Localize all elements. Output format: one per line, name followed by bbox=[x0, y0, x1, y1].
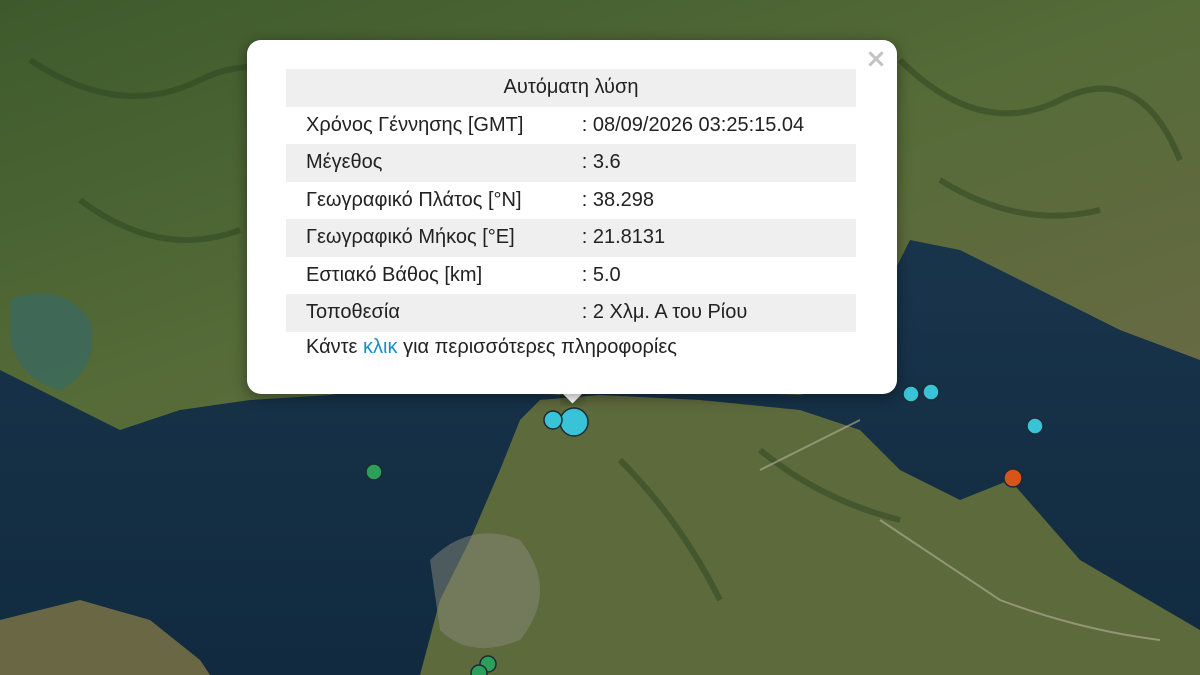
table-row: Χρόνος Γέννησης [GMT] : 08/09/2026 03:25… bbox=[286, 107, 856, 145]
more-info-line: Κάντε κλικ για περισσότερες πληροφορίες bbox=[306, 336, 677, 359]
more-info-prefix: Κάντε bbox=[306, 336, 358, 358]
earthquake-marker-cyan[interactable] bbox=[543, 410, 563, 430]
table-row: Τοποθεσία : 2 Χλμ. Α του Ρίου bbox=[286, 294, 856, 332]
table-row: Γεωγραφικό Μήκος [°E] : 21.8131 bbox=[286, 219, 856, 257]
row-value: : 38.298 bbox=[581, 188, 655, 211]
earthquake-marker-cyan[interactable] bbox=[902, 385, 920, 403]
earthquake-marker-green[interactable] bbox=[470, 664, 488, 675]
row-label: Γεωγραφικό Πλάτος [°N] bbox=[306, 188, 522, 211]
row-label: Μέγεθος bbox=[286, 144, 578, 182]
more-info-suffix: για περισσότερες πληροφορίες bbox=[403, 336, 677, 358]
row-value: : 2 Χλμ. Α του Ρίου bbox=[577, 294, 856, 332]
row-value: : 3.6 bbox=[577, 144, 856, 182]
earthquake-marker-cyan[interactable] bbox=[1026, 417, 1044, 435]
row-label: Χρόνος Γέννησης [GMT] bbox=[306, 113, 524, 136]
event-info-table: Αυτόματη λύση Χρόνος Γέννησης [GMT] : 08… bbox=[286, 69, 856, 332]
earthquake-marker-cyan[interactable] bbox=[922, 383, 940, 401]
popup-title: Αυτόματη λύση bbox=[286, 69, 856, 107]
row-label: Τοποθεσία bbox=[286, 294, 578, 332]
row-label: Γεωγραφικό Μήκος [°E] bbox=[286, 219, 578, 257]
table-row: Γεωγραφικό Πλάτος [°N] : 38.298 bbox=[286, 182, 856, 220]
earthquake-marker-selected[interactable] bbox=[559, 407, 589, 437]
row-value: : 5.0 bbox=[581, 263, 621, 286]
table-row: Εστιακό Βάθος [km] : 5.0 bbox=[286, 257, 856, 295]
more-info-link[interactable]: κλικ bbox=[363, 336, 397, 358]
close-icon[interactable]: × bbox=[865, 46, 887, 72]
earthquake-marker-green[interactable] bbox=[365, 463, 383, 481]
earthquake-marker-orange[interactable] bbox=[1003, 468, 1023, 488]
row-value: : 21.8131 bbox=[577, 219, 856, 257]
popup-tip bbox=[560, 392, 586, 406]
table-row: Μέγεθος : 3.6 bbox=[286, 144, 856, 182]
row-value: : 08/09/2026 03:25:15.04 bbox=[581, 113, 805, 136]
urban-area bbox=[430, 533, 540, 648]
earthquake-popup: × Αυτόματη λύση Χρόνος Γέννησης [GMT] : … bbox=[247, 40, 897, 394]
title-row: Αυτόματη λύση bbox=[286, 69, 856, 107]
row-label: Εστιακό Βάθος [km] bbox=[306, 263, 483, 286]
